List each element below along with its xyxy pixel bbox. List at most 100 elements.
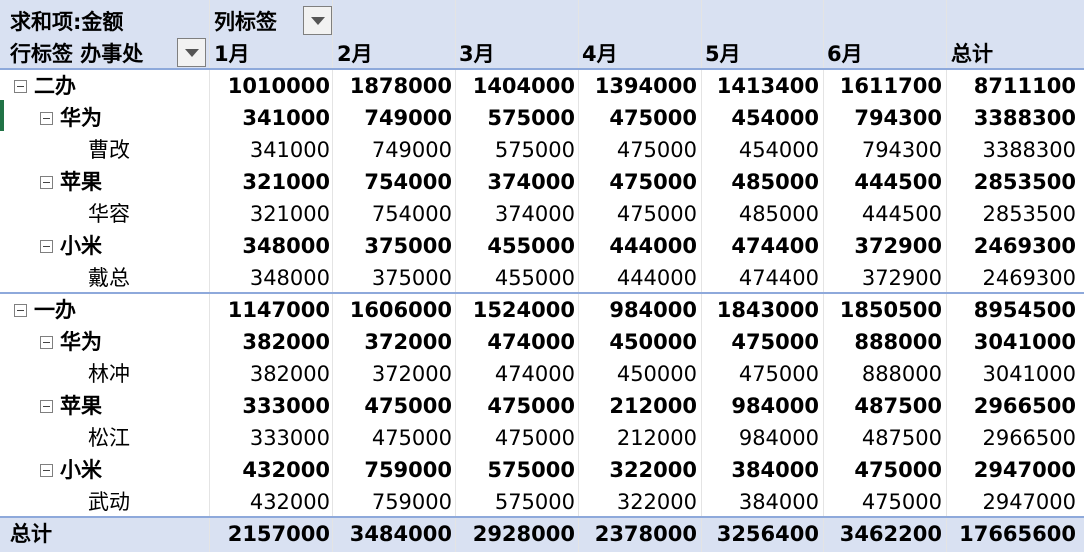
value-cell: 485000 [738, 202, 819, 226]
value-cell: 372900 [854, 234, 942, 258]
row-filter-dropdown-icon[interactable] [177, 38, 206, 67]
row-total-cell: 3041000 [982, 362, 1076, 386]
value-cell: 341000 [249, 138, 330, 162]
value-cell: 575000 [494, 138, 575, 162]
value-cell: 375000 [364, 234, 452, 258]
value-cell: 485000 [731, 170, 819, 194]
value-cell: 475000 [738, 362, 819, 386]
row-total-cell: 3041000 [973, 330, 1076, 354]
value-cell: 888000 [854, 330, 942, 354]
value-cell: 749000 [364, 106, 452, 130]
value-cell: 455000 [487, 234, 575, 258]
value-cell: 444500 [854, 170, 942, 194]
value-cell: 375000 [371, 266, 452, 290]
row-label: 苹果 [60, 394, 102, 418]
month-header: 4月 [582, 42, 618, 66]
row-total-cell: 3388300 [973, 106, 1076, 130]
value-cell: 474000 [487, 330, 575, 354]
column-filter-dropdown-icon[interactable] [303, 6, 332, 35]
collapse-toggle-icon[interactable] [14, 304, 27, 317]
value-cell: 1850500 [839, 298, 942, 322]
collapse-toggle-icon[interactable] [40, 336, 53, 349]
month-header: 2月 [337, 42, 373, 66]
value-cell: 888000 [861, 362, 942, 386]
row-label: 一办 [34, 298, 76, 322]
value-cell: 432000 [242, 458, 330, 482]
collapse-toggle-icon[interactable] [40, 176, 53, 189]
collapse-toggle-icon[interactable] [14, 80, 27, 93]
row-total-cell: 2469300 [973, 234, 1076, 258]
row-label: 华为 [60, 330, 102, 354]
collapse-toggle-icon[interactable] [40, 464, 53, 477]
value-cell: 475000 [616, 138, 697, 162]
grand-total-value: 2157000 [227, 522, 330, 546]
collapse-toggle-icon[interactable] [40, 112, 53, 125]
value-cell: 475000 [616, 202, 697, 226]
value-cell: 475000 [854, 458, 942, 482]
value-cell: 475000 [609, 170, 697, 194]
value-cell: 341000 [242, 106, 330, 130]
value-cell: 212000 [616, 426, 697, 450]
row-total-cell: 2853500 [973, 170, 1076, 194]
value-cell: 475000 [609, 106, 697, 130]
collapse-toggle-icon[interactable] [40, 240, 53, 253]
value-cell: 444000 [609, 234, 697, 258]
value-cell: 450000 [609, 330, 697, 354]
value-cell: 475000 [487, 394, 575, 418]
value-cell: 348000 [242, 234, 330, 258]
value-cell: 382000 [242, 330, 330, 354]
value-cell: 1606000 [349, 298, 452, 322]
value-cell: 575000 [494, 490, 575, 514]
value-cell: 372900 [861, 266, 942, 290]
value-cell: 984000 [738, 426, 819, 450]
value-field-label: 求和项:金额 [10, 10, 124, 34]
grand-total-value: 3484000 [349, 522, 452, 546]
collapse-toggle-icon[interactable] [40, 400, 53, 413]
grand-total-label: 总计 [10, 522, 52, 546]
value-cell: 1010000 [227, 74, 330, 98]
value-cell: 475000 [364, 394, 452, 418]
value-cell: 487500 [854, 394, 942, 418]
total-column-header: 总计 [951, 42, 993, 66]
value-cell: 1147000 [227, 298, 330, 322]
month-header: 5月 [705, 42, 741, 66]
row-labels-caption: 行标签 办事处 [10, 42, 144, 66]
value-cell: 1404000 [472, 74, 575, 98]
value-cell: 212000 [609, 394, 697, 418]
value-cell: 333000 [242, 394, 330, 418]
value-cell: 754000 [364, 170, 452, 194]
value-cell: 322000 [609, 458, 697, 482]
value-cell: 1524000 [472, 298, 575, 322]
row-selection-marker [0, 100, 4, 131]
value-cell: 322000 [616, 490, 697, 514]
value-cell: 984000 [731, 394, 819, 418]
row-total-cell: 2947000 [982, 490, 1076, 514]
row-total-cell: 2947000 [973, 458, 1076, 482]
value-cell: 454000 [731, 106, 819, 130]
value-cell: 1843000 [716, 298, 819, 322]
row-total-cell: 2966500 [982, 426, 1076, 450]
row-total-cell: 2469300 [982, 266, 1076, 290]
value-cell: 575000 [487, 458, 575, 482]
value-cell: 474000 [494, 362, 575, 386]
grand-total-value: 2378000 [594, 522, 697, 546]
value-cell: 1413400 [716, 74, 819, 98]
row-label: 华为 [60, 106, 102, 130]
row-total-cell: 2853500 [982, 202, 1076, 226]
value-cell: 372000 [364, 330, 452, 354]
value-cell: 474400 [731, 234, 819, 258]
value-cell: 475000 [494, 426, 575, 450]
value-cell: 749000 [371, 138, 452, 162]
value-cell: 382000 [249, 362, 330, 386]
month-header: 6月 [827, 42, 863, 66]
value-cell: 374000 [494, 202, 575, 226]
pivot-table-sheet: 求和项:金额 列标签 行标签 办事处 1月 2月 3月 4月 5月 6月 总计 二办 101… [0, 0, 1084, 552]
value-cell: 754000 [371, 202, 452, 226]
value-cell: 575000 [487, 106, 575, 130]
value-cell: 444500 [861, 202, 942, 226]
month-header: 3月 [459, 42, 495, 66]
row-total-cell: 8711100 [973, 74, 1076, 98]
value-cell: 450000 [616, 362, 697, 386]
value-cell: 384000 [731, 458, 819, 482]
value-cell: 475000 [371, 426, 452, 450]
